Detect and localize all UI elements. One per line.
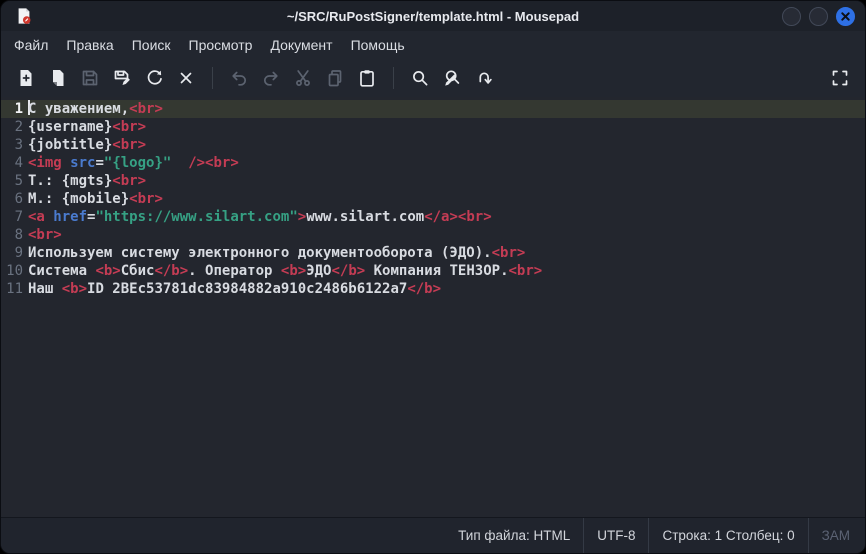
- editor-line[interactable]: 3{jobtitle}<br>: [1, 136, 865, 154]
- menu-item-файл[interactable]: Файл: [5, 34, 57, 56]
- mousepad-app-icon: [15, 7, 33, 25]
- menu-item-просмотр[interactable]: Просмотр: [180, 34, 262, 56]
- window-controls: [782, 7, 855, 26]
- menu-item-правка[interactable]: Правка: [57, 34, 122, 56]
- editor-line[interactable]: 5Т.: {mgts}<br>: [1, 172, 865, 190]
- save-as-icon: [112, 68, 132, 88]
- cut-icon: [293, 68, 313, 88]
- paste-icon: [357, 68, 377, 88]
- window-title: ~/SRC/RuPostSigner/template.html - Mouse…: [1, 9, 865, 24]
- find-replace-icon: [442, 68, 462, 88]
- maximize-button[interactable]: [809, 7, 828, 26]
- editor-line[interactable]: 4<img src="{logo}" /><br>: [1, 154, 865, 172]
- undo-button[interactable]: [226, 65, 252, 91]
- editor-line[interactable]: 11Наш <b>ID 2BEc53781dc83984882a910c2486…: [1, 280, 865, 298]
- line-number: 9: [1, 244, 28, 262]
- redo-button[interactable]: [258, 65, 284, 91]
- line-number: 4: [1, 154, 28, 172]
- editor-line[interactable]: 6М.: {mobile}<br>: [1, 190, 865, 208]
- line-content: <a href="https://www.silart.com">www.sil…: [28, 208, 492, 226]
- statusbar-item-filetype[interactable]: Тип файла: HTML: [445, 518, 583, 553]
- line-content: <img src="{logo}" /><br>: [28, 154, 239, 172]
- fullscreen-icon: [830, 68, 850, 88]
- mousepad-window: ~/SRC/RuPostSigner/template.html - Mouse…: [0, 0, 866, 554]
- line-number: 8: [1, 226, 28, 244]
- statusbar: Тип файла: HTMLUTF-8Строка: 1 Столбец: 0…: [1, 517, 865, 553]
- line-content: М.: {mobile}<br>: [28, 190, 163, 208]
- fullscreen-button[interactable]: [827, 65, 853, 91]
- line-content: Наш <b>ID 2BEc53781dc83984882a910c2486b6…: [28, 280, 441, 298]
- save-button[interactable]: [77, 65, 103, 91]
- paste-button[interactable]: [354, 65, 380, 91]
- line-number: 1: [1, 100, 28, 118]
- line-content: С уважением,<br>: [28, 100, 163, 118]
- editor-line[interactable]: 8<br>: [1, 226, 865, 244]
- editor[interactable]: 1С уважением,<br>2{username}<br>3{jobtit…: [1, 97, 865, 517]
- copy-button[interactable]: [322, 65, 348, 91]
- close-button[interactable]: [836, 7, 855, 26]
- line-content: {username}<br>: [28, 118, 146, 136]
- line-content: Используем систему электронного документ…: [28, 244, 525, 262]
- toolbar-right: [827, 65, 853, 91]
- toolbar-separator: [212, 67, 213, 89]
- statusbar-item-overwrite-mode[interactable]: ЗАМ: [809, 518, 863, 553]
- reload-icon: [144, 68, 164, 88]
- line-number: 11: [1, 280, 28, 298]
- cut-button[interactable]: [290, 65, 316, 91]
- statusbar-item-encoding[interactable]: UTF-8: [584, 518, 648, 553]
- line-number: 7: [1, 208, 28, 226]
- find-replace-button[interactable]: [439, 65, 465, 91]
- new-document-button[interactable]: [13, 65, 39, 91]
- editor-lines: 1С уважением,<br>2{username}<br>3{jobtit…: [1, 100, 865, 298]
- undo-icon: [229, 68, 249, 88]
- close-document-icon: [176, 68, 196, 88]
- go-to-line-button[interactable]: [471, 65, 497, 91]
- close-document-button[interactable]: [173, 65, 199, 91]
- line-number: 10: [1, 262, 28, 280]
- line-number: 6: [1, 190, 28, 208]
- minimize-button[interactable]: [782, 7, 801, 26]
- redo-icon: [261, 68, 281, 88]
- open-document-icon: [48, 68, 68, 88]
- line-number: 5: [1, 172, 28, 190]
- editor-line[interactable]: 9Используем систему электронного докумен…: [1, 244, 865, 262]
- editor-line[interactable]: 10Система <b>Сбис</b>. Оператор <b>ЭДО</…: [1, 262, 865, 280]
- editor-line[interactable]: 7<a href="https://www.silart.com">www.si…: [1, 208, 865, 226]
- menu-item-помощь[interactable]: Помощь: [342, 34, 414, 56]
- line-content: Т.: {mgts}<br>: [28, 172, 146, 190]
- save-icon: [80, 68, 100, 88]
- close-icon: [840, 11, 851, 22]
- new-document-icon: [16, 68, 36, 88]
- line-number: 2: [1, 118, 28, 136]
- editor-line[interactable]: 1С уважением,<br>: [1, 100, 865, 118]
- menu-item-документ[interactable]: Документ: [261, 34, 341, 56]
- line-content: <br>: [28, 226, 62, 244]
- open-document-button[interactable]: [45, 65, 71, 91]
- toolbar: [1, 59, 865, 97]
- line-content: {jobtitle}<br>: [28, 136, 146, 154]
- line-number: 3: [1, 136, 28, 154]
- line-content: Система <b>Сбис</b>. Оператор <b>ЭДО</b>…: [28, 262, 542, 280]
- statusbar-item-cursor-position[interactable]: Строка: 1 Столбец: 0: [649, 518, 807, 553]
- titlebar[interactable]: ~/SRC/RuPostSigner/template.html - Mouse…: [1, 1, 865, 31]
- reload-button[interactable]: [141, 65, 167, 91]
- toolbar-separator: [393, 67, 394, 89]
- editor-line[interactable]: 2{username}<br>: [1, 118, 865, 136]
- go-to-line-icon: [474, 68, 494, 88]
- save-as-button[interactable]: [109, 65, 135, 91]
- find-icon: [410, 68, 430, 88]
- toolbar-left: [13, 65, 497, 91]
- menu-item-поиск[interactable]: Поиск: [123, 34, 180, 56]
- copy-icon: [325, 68, 345, 88]
- find-button[interactable]: [407, 65, 433, 91]
- menubar: ФайлПравкаПоискПросмотрДокументПомощь: [1, 31, 865, 59]
